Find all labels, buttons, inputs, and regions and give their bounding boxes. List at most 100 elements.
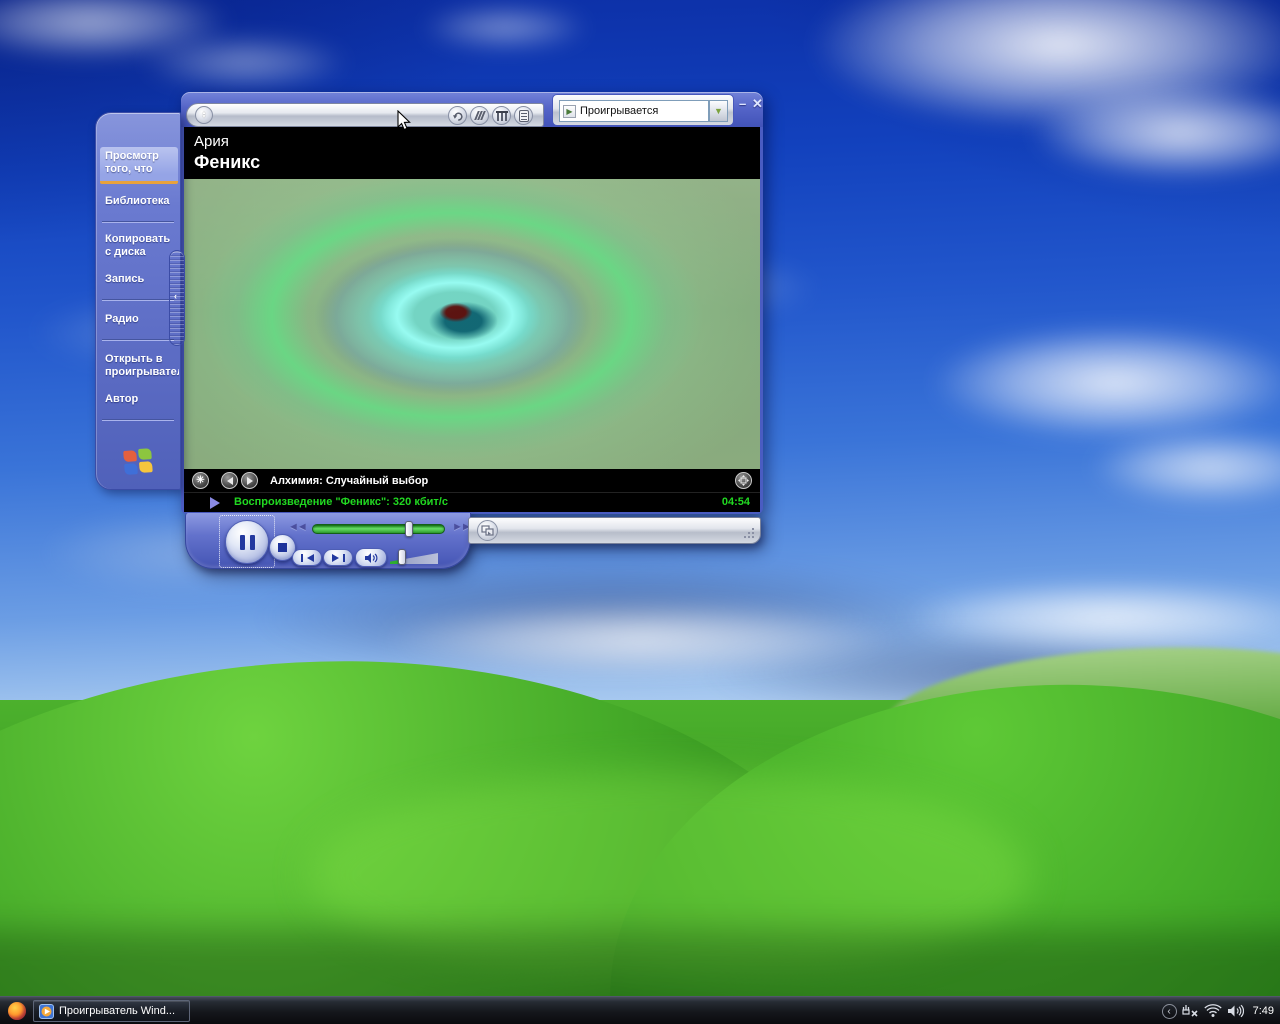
chevron-left-icon: ‹ — [174, 291, 177, 301]
cloud — [140, 35, 350, 90]
wmp-icon — [39, 1003, 54, 1019]
visualization-options-button[interactable] — [470, 106, 489, 125]
playlist-button[interactable] — [514, 106, 533, 125]
menu-item-now-playing[interactable]: Просмотр того, что — [100, 147, 178, 184]
playlist-selector[interactable]: ▶ Проигрывается — [559, 100, 709, 122]
seek-bar[interactable] — [312, 521, 445, 537]
cloud — [930, 325, 1280, 440]
speaker-icon — [364, 552, 377, 563]
next-visualization-button[interactable] — [241, 472, 258, 489]
menu-item-label: Библиотека — [105, 195, 170, 207]
mode-switch-bar — [468, 517, 761, 544]
wmp-main-window: ▲ ▼ ▶ Проигрывается ▼ – ✕ Ария Феникс ✳ … — [181, 92, 763, 570]
visualization-toolbar: ✳ Алхимия: Случайный выбор — [184, 469, 760, 492]
pause-icon — [239, 534, 245, 550]
triangle-left-icon — [223, 476, 233, 485]
previous-track-button[interactable] — [292, 549, 322, 566]
wmp-body: Ария Феникс ✳ Алхимия: Случайный выбор В… — [181, 127, 763, 514]
wmp-titlebar[interactable]: ▲ ▼ ▶ Проигрывается ▼ – ✕ — [181, 92, 763, 127]
pause-button[interactable] — [225, 520, 269, 564]
cloud — [420, 5, 590, 50]
next-track-button[interactable] — [323, 549, 353, 566]
visualization-icon — [473, 111, 486, 120]
mute-button[interactable] — [355, 548, 387, 567]
fullscreen-button[interactable] — [735, 472, 752, 489]
resize-updown-button[interactable]: ▲ ▼ — [195, 106, 213, 124]
rewind-button[interactable]: ◄◄ — [288, 521, 308, 533]
cloud — [1090, 430, 1280, 505]
menu-divider — [102, 221, 174, 223]
visualization-canvas[interactable] — [184, 179, 760, 469]
menu-item-open-in-player[interactable]: Открыть в проигрывателе — [105, 353, 179, 381]
minimize-icon: – — [739, 96, 747, 111]
previous-icon — [303, 553, 314, 562]
transport-panel: ◄◄ ►► — [185, 513, 472, 569]
menu-divider — [102, 339, 174, 341]
undo-arrow-icon — [452, 112, 463, 121]
asterisk-icon: ✳ — [196, 475, 205, 486]
play-state-icon: ▶ — [563, 104, 576, 118]
now-playing-area: Ария Феникс ✳ Алхимия: Случайный выбор В… — [184, 127, 760, 512]
windows-logo-icon — [123, 448, 155, 476]
next-icon — [331, 553, 343, 562]
menu-item-radio[interactable]: Радио — [105, 313, 179, 327]
taskbar-clock: 7:49 — [1252, 1005, 1274, 1017]
stop-icon — [278, 543, 287, 552]
previous-visualization-button[interactable] — [221, 472, 238, 489]
taskbar-button-wmp[interactable]: Проигрыватель Wind... — [33, 1000, 190, 1022]
visualization-title: Алхимия: Случайный выбор — [270, 474, 429, 487]
fullscreen-icon — [738, 475, 749, 486]
mouse-cursor — [397, 110, 411, 131]
close-button[interactable]: ✕ — [752, 97, 763, 111]
resize-grip[interactable] — [744, 528, 754, 538]
playback-status-bar: Воспроизведение "Феникс": 320 кбит/с 04:… — [184, 492, 760, 512]
triangle-right-icon — [246, 476, 257, 485]
menu-divider — [102, 299, 174, 301]
playlist-icon — [518, 109, 529, 122]
wireless-network-icon[interactable] — [1203, 1004, 1222, 1018]
chevron-down-icon: ▼ — [714, 106, 723, 116]
menu-item-label: Просмотр того, что — [105, 150, 159, 175]
wmp-toolbar: ▲ ▼ — [186, 103, 544, 127]
switch-to-full-mode-button[interactable] — [477, 520, 498, 541]
tray-expand-button[interactable]: ‹ — [1161, 1003, 1177, 1019]
equalizer-settings-button[interactable] — [492, 106, 511, 125]
menu-item-rip[interactable]: Копировать с диска — [105, 233, 179, 261]
switch-mode-icon — [481, 524, 494, 536]
volume-thumb[interactable] — [398, 549, 406, 565]
taskbar-button-label: Проигрыватель Wind... — [59, 1005, 176, 1017]
track-name: Феникс — [194, 152, 261, 172]
menu-item-author[interactable]: Автор — [105, 393, 179, 407]
minimize-button[interactable]: – — [739, 97, 746, 111]
menu-item-label: Копировать с диска — [105, 233, 171, 258]
artist-name: Ария — [194, 133, 229, 150]
menu-item-burn[interactable]: Запись — [105, 273, 179, 287]
chevron-down-icon: ▼ — [201, 114, 207, 120]
close-icon: ✕ — [752, 96, 763, 111]
wmp-window: Просмотр того, что Библиотека Копировать… — [95, 92, 765, 574]
next-icon — [342, 553, 345, 562]
menu-item-label: Радио — [105, 313, 139, 325]
playlist-selector-panel: ▶ Проигрывается ▼ — [552, 94, 734, 126]
menu-item-label: Запись — [105, 273, 145, 285]
system-tray: ‹ 7:49 — [1161, 997, 1274, 1024]
return-to-full-mode-button[interactable] — [448, 106, 467, 125]
taskbar: Проигрыватель Wind... ‹ 7:49 — [0, 996, 1280, 1024]
playlist-selector-dropdown-button[interactable]: ▼ — [709, 100, 728, 122]
menu-collapse-handle[interactable]: ‹ — [169, 250, 185, 346]
chevron-left-icon: ‹ — [1167, 1005, 1171, 1017]
menu-item-label: Автор — [105, 393, 139, 405]
firefox-icon[interactable] — [8, 1002, 26, 1020]
equalizer-icon — [495, 110, 508, 121]
menu-divider — [102, 419, 174, 421]
seek-thumb[interactable] — [405, 521, 413, 537]
safely-remove-hardware-icon[interactable] — [1181, 1004, 1199, 1018]
menu-item-label: Открыть в проигрывателе — [105, 353, 179, 378]
track-info: Ария Феникс — [184, 127, 760, 179]
playlist-selector-value: Проигрывается — [580, 105, 659, 117]
playing-icon — [210, 497, 226, 509]
select-visualization-button[interactable]: ✳ — [192, 472, 209, 489]
pause-icon — [249, 534, 255, 550]
volume-icon[interactable] — [1227, 1004, 1244, 1018]
menu-item-library[interactable]: Библиотека — [105, 195, 179, 209]
